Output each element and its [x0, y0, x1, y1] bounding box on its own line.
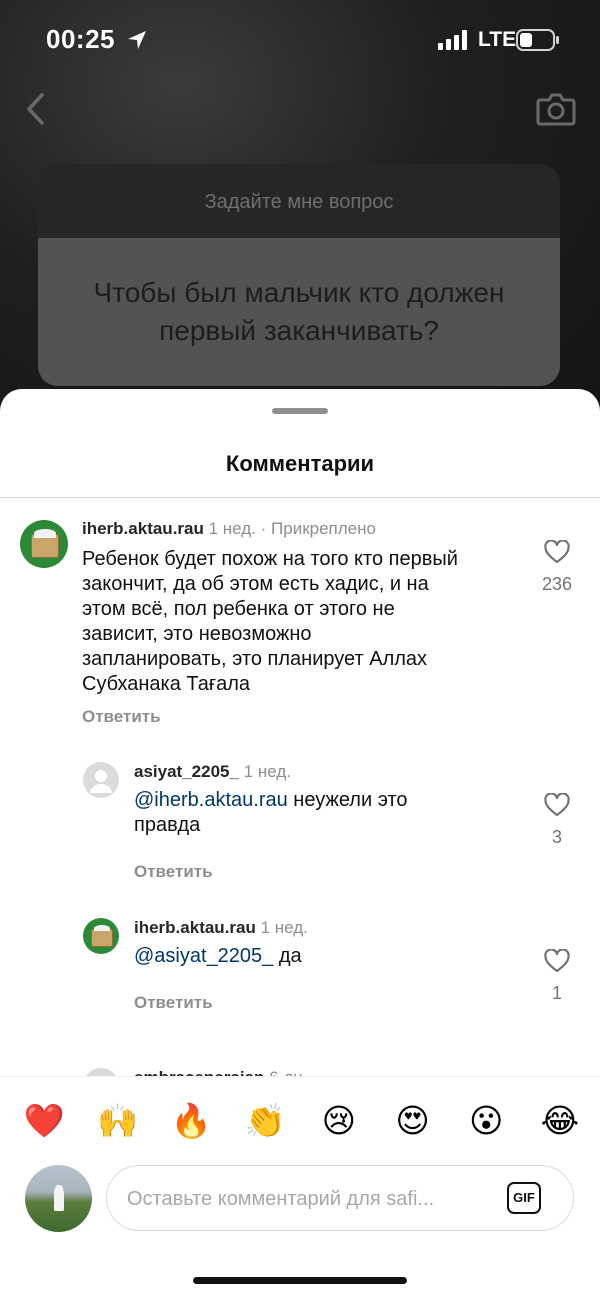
question-sticker-text: Чтобы был мальчик кто должен первый зака… — [38, 238, 560, 386]
cellular-signal-icon — [438, 30, 467, 50]
emoji-clapping[interactable]: 👏 — [243, 1101, 287, 1141]
comment-meta: iherb.aktau.rau 1 нед. · Прикреплено — [82, 519, 376, 539]
like-button[interactable]: 236 — [527, 540, 587, 595]
comment-composer[interactable]: GIF — [106, 1165, 574, 1231]
like-count: 236 — [541, 574, 573, 594]
status-time: 00:25 — [46, 24, 115, 54]
shop-box-avatar[interactable] — [20, 520, 68, 568]
emoji-heart[interactable]: ❤️ — [22, 1101, 66, 1141]
comment-body: да — [273, 945, 302, 967]
emoji-heart-eyes[interactable]: 😍 — [391, 1101, 435, 1141]
location-arrow-icon — [128, 31, 146, 49]
like-button[interactable]: 3 — [527, 793, 587, 848]
sheet-grabber[interactable] — [272, 408, 328, 414]
back-chevron-icon[interactable] — [24, 92, 48, 126]
divider — [0, 1076, 600, 1077]
comment-meta: asiyat_2205_ 1 нед. — [134, 762, 291, 782]
pinned-label: · Прикреплено — [260, 519, 376, 538]
comment-meta: iherb.aktau.rau 1 нед. — [134, 918, 308, 938]
gif-button[interactable]: GIF — [507, 1182, 541, 1214]
reply-button[interactable]: Ответить — [134, 862, 213, 882]
reply-button[interactable]: Ответить — [134, 993, 213, 1013]
home-indicator — [193, 1277, 407, 1284]
person-icon — [83, 1068, 119, 1076]
sheet-title: Комментарии — [225, 451, 375, 476]
comment-time: 1 нед. — [208, 519, 256, 538]
emoji-surprised[interactable]: 😮 — [464, 1101, 508, 1141]
comment-username[interactable]: iherb.aktau.rau — [82, 519, 204, 538]
battery-icon — [516, 29, 559, 51]
heart-icon — [544, 793, 570, 817]
mention-link[interactable]: @iherb.aktau.rau — [134, 789, 288, 811]
comments-list[interactable]: iherb.aktau.rau 1 нед. · Прикреплено Реб… — [0, 498, 600, 1076]
comment-text: @iherb.aktau.rau неужели это правда — [134, 788, 514, 838]
mention-link[interactable]: @asiyat_2205_ — [134, 945, 273, 967]
emoji-reaction-bar: ❤️ 🙌 🔥 👏 😢 😍 😮 😂 — [22, 1101, 582, 1141]
camera-icon[interactable] — [536, 92, 576, 126]
comment-text: Ребенок будет похож на того кто первый з… — [82, 548, 458, 695]
like-button[interactable]: 1 — [527, 949, 587, 1004]
network-type: LTE — [478, 28, 517, 51]
status-bar: 00:25 LTE — [0, 0, 600, 80]
current-user-avatar — [25, 1165, 92, 1232]
comment-time: 6 дн. — [269, 1068, 307, 1076]
comment-username[interactable]: iherb.aktau.rau — [134, 918, 256, 937]
shop-box-avatar[interactable] — [83, 918, 119, 954]
default-avatar[interactable] — [83, 1068, 119, 1076]
reply-button[interactable]: Ответить — [82, 707, 161, 727]
comment-input[interactable] — [125, 1182, 499, 1216]
question-sticker-header: Задайте мне вопрос — [38, 164, 560, 238]
comment-username[interactable]: asiyat_2205_ — [134, 762, 239, 781]
emoji-fire[interactable]: 🔥 — [169, 1101, 213, 1141]
emoji-laughing[interactable]: 😂 — [538, 1101, 582, 1141]
comment-text: @asiyat_2205_ да — [134, 944, 514, 969]
person-icon — [90, 770, 112, 793]
comment-time: 1 нед. — [260, 918, 308, 937]
emoji-raised-hands[interactable]: 🙌 — [96, 1101, 140, 1141]
comment-username[interactable]: embracepersian — [134, 1068, 264, 1076]
emoji-crying[interactable]: 😢 — [317, 1101, 361, 1141]
comment-time: 1 нед. — [243, 762, 291, 781]
question-sticker: Задайте мне вопрос Чтобы был мальчик кто… — [38, 164, 560, 386]
default-avatar[interactable] — [83, 762, 119, 798]
comments-sheet: Комментарии iherb.aktau.rau 1 нед. · При… — [0, 389, 600, 1297]
heart-icon — [544, 949, 570, 973]
heart-icon — [544, 540, 570, 564]
like-count: 1 — [551, 983, 562, 1003]
like-count: 3 — [551, 827, 562, 847]
comment-meta: embracepersian 6 дн. — [134, 1068, 307, 1076]
